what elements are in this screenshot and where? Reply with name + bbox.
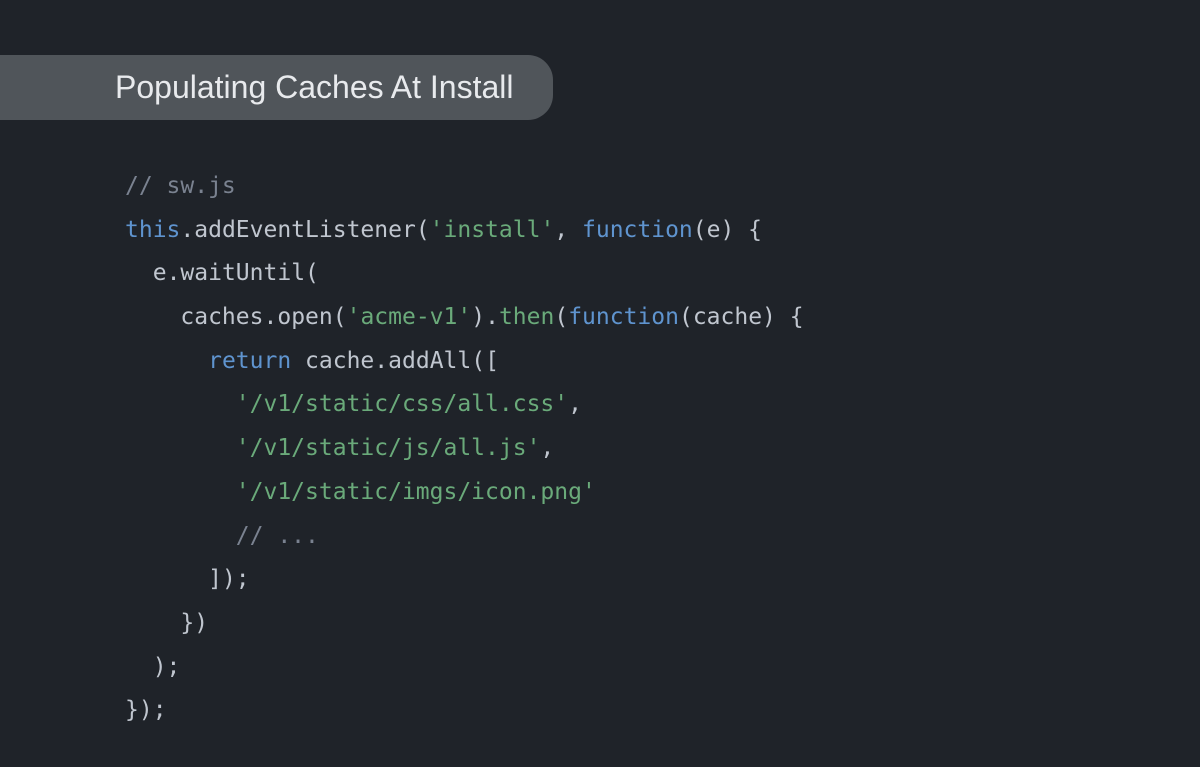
code-string: 'install' — [430, 217, 555, 243]
code-string: '/v1/static/js/all.js' — [236, 435, 541, 461]
code-paren: ) — [471, 304, 485, 330]
code-comment: // sw.js — [125, 173, 236, 199]
code-close: ]); — [208, 566, 250, 592]
code-params: (cache) { — [679, 304, 804, 330]
code-string: '/v1/static/imgs/icon.png' — [236, 479, 596, 505]
code-paren: ( — [305, 260, 319, 286]
code-paren: ( — [416, 217, 430, 243]
code-this: this — [125, 217, 180, 243]
code-indent — [125, 260, 153, 286]
code-var: e — [153, 260, 167, 286]
code-method: waitUntil — [180, 260, 305, 286]
code-method: open — [277, 304, 332, 330]
code-comma: , — [540, 435, 554, 461]
code-dot: . — [485, 304, 499, 330]
code-var: caches — [180, 304, 263, 330]
code-dot: . — [374, 348, 388, 374]
code-indent — [125, 348, 208, 374]
slide-title-tab: Populating Caches At Install — [0, 55, 553, 120]
code-comma: , — [554, 217, 582, 243]
code-return: return — [208, 348, 291, 374]
code-indent — [125, 566, 208, 592]
code-indent — [125, 654, 153, 680]
code-then: then — [499, 304, 554, 330]
code-dot: . — [263, 304, 277, 330]
code-dot: . — [167, 260, 181, 286]
code-string: '/v1/static/css/all.css' — [236, 391, 568, 417]
code-comment: // ... — [236, 523, 319, 549]
code-indent — [125, 304, 180, 330]
code-indent — [125, 523, 236, 549]
code-space — [291, 348, 305, 374]
code-close: ); — [153, 654, 181, 680]
code-indent — [125, 391, 236, 417]
code-string: 'acme-v1' — [347, 304, 472, 330]
code-indent — [125, 610, 180, 636]
code-paren: ( — [333, 304, 347, 330]
code-comma: , — [568, 391, 582, 417]
code-method: addAll — [388, 348, 471, 374]
code-dot: . — [180, 217, 194, 243]
code-indent — [125, 435, 236, 461]
code-function: function — [582, 217, 693, 243]
code-paren: ( — [554, 304, 568, 330]
code-function: function — [568, 304, 679, 330]
slide-title: Populating Caches At Install — [115, 69, 513, 105]
code-close: }) — [180, 610, 208, 636]
code-block: // sw.js this.addEventListener('install'… — [125, 165, 804, 733]
code-close: }); — [125, 697, 167, 723]
code-bracket: ([ — [471, 348, 499, 374]
code-indent — [125, 479, 236, 505]
code-method: addEventListener — [194, 217, 416, 243]
code-params: (e) { — [693, 217, 762, 243]
code-var: cache — [305, 348, 374, 374]
